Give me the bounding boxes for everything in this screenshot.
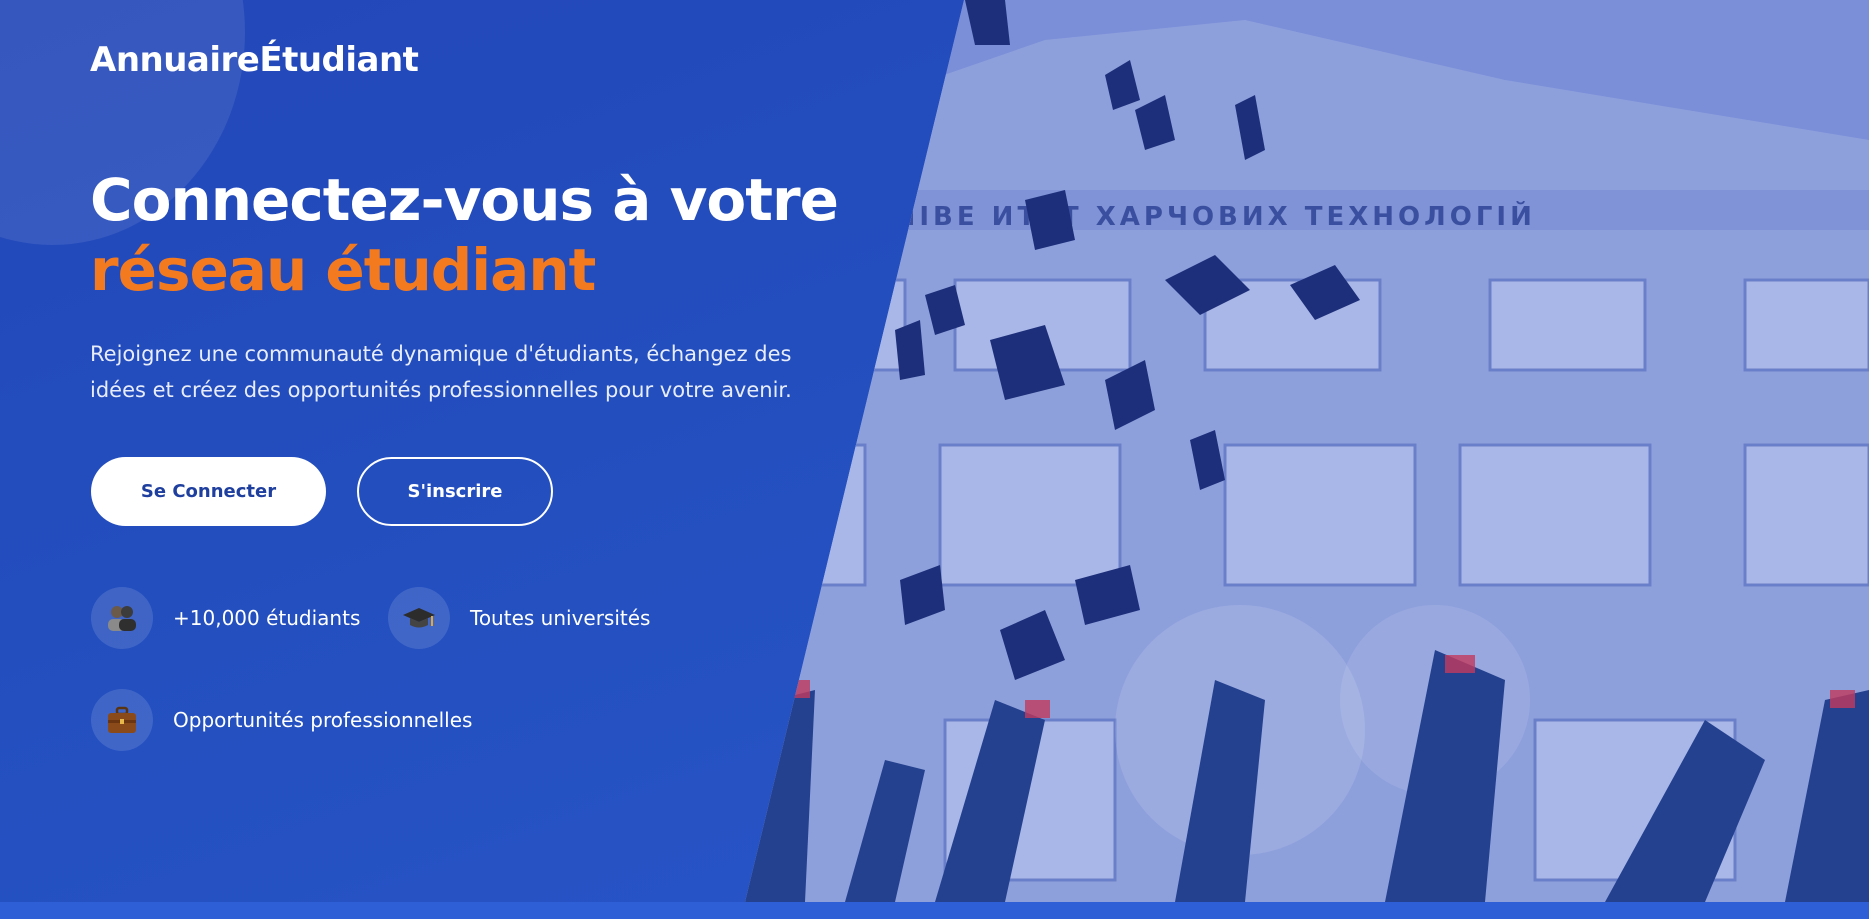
login-button[interactable]: Se Connecter (91, 457, 326, 526)
feature-students-label: +10,000 étudiants (173, 606, 361, 630)
feature-careers: Opportunités professionnelles (91, 689, 472, 751)
hero-subtitle: Rejoignez une communauté dynamique d'étu… (90, 342, 792, 402)
signup-button[interactable]: S'inscrire (357, 457, 553, 526)
feature-students: +10,000 étudiants (91, 587, 360, 649)
graduation-illustration: ИЙ УНІВЕ ИТЕТ ХАРЧОВИХ ТЕХНОЛОГІЙ (745, 0, 1869, 902)
brand-logo[interactable]: AnnuaireÉtudiant (90, 40, 419, 80)
briefcase-icon (91, 689, 153, 751)
headline-line-1: Connectez-vous à votre (90, 166, 839, 234)
feature-universities-label: Toutes universités (470, 606, 651, 630)
feature-careers-label: Opportunités professionnelles (173, 708, 473, 732)
bottom-strip (0, 902, 1869, 919)
svg-text:ИЙ УНІВЕ ИТЕТ ХАРЧОВИХ ТЕХНОЛ: ИЙ УНІВЕ ИТЕТ ХАРЧОВИХ ТЕХНОЛОГІЙ (805, 200, 1536, 232)
feature-universities: Toutes universités (388, 587, 650, 649)
headline-line-2-accent: réseau étudiant (90, 236, 596, 304)
hero-headline: Connectez-vous à votre réseau étudiant (90, 165, 870, 305)
students-icon (91, 587, 153, 649)
hero-section: ИЙ УНІВЕ ИТЕТ ХАРЧОВИХ ТЕХНОЛОГІЙ Annuai… (0, 0, 1869, 919)
graduation-cap-icon (388, 587, 450, 649)
hero-photo-graduation: ИЙ УНІВЕ ИТЕТ ХАРЧОВИХ ТЕХНОЛОГІЙ (745, 0, 1869, 902)
